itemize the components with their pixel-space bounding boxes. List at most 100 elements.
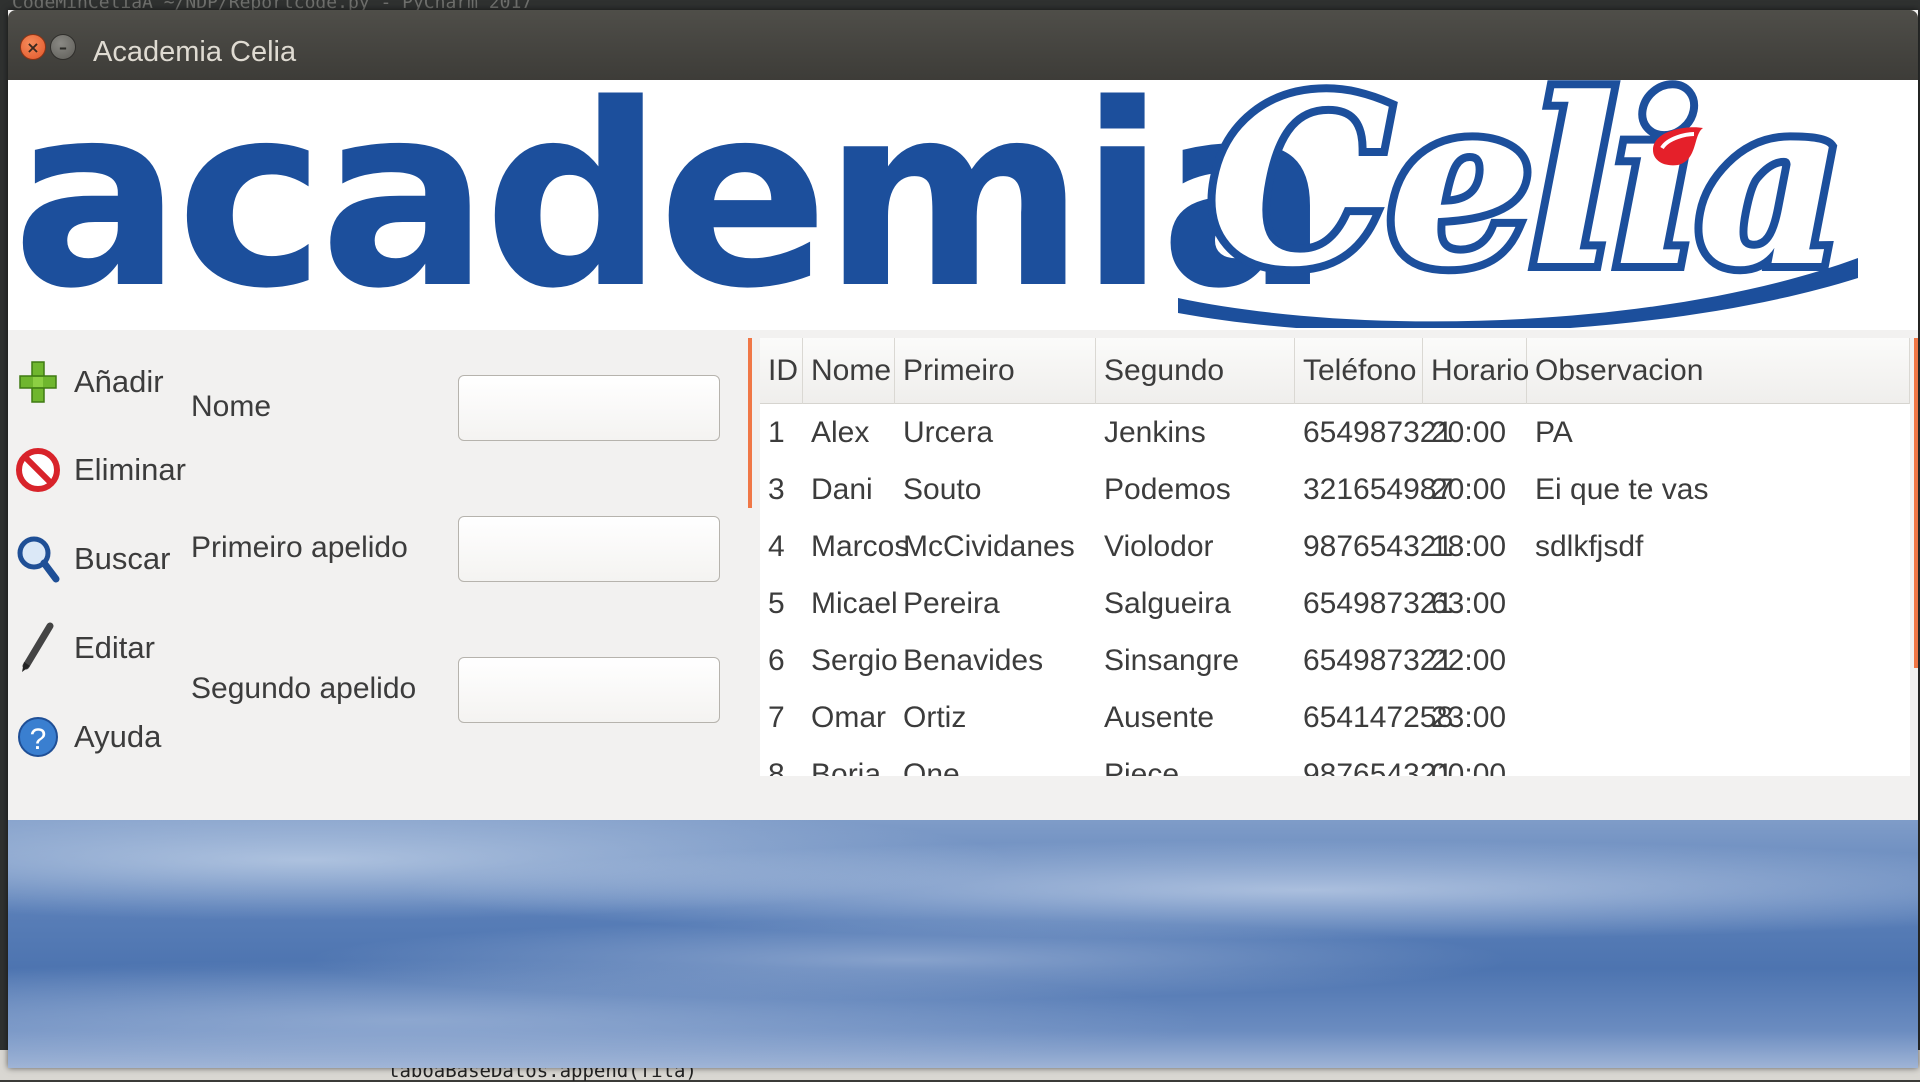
primeiro-apelido-label: Primeiro apelido [191, 531, 408, 564]
table-cell: Micael [811, 587, 898, 620]
table-cell: Dani [811, 473, 873, 506]
table-cell: 20:00 [1431, 416, 1507, 449]
table-body: 1 Alex Urcera Jenkins 654987321 20:00 PA 3 Dani S… [760, 404, 1910, 776]
table-row[interactable]: 4 Marcos McCividanes Violodor 987654321 18:00… [760, 518, 1910, 575]
academia-celia-banner-logo: academia Celia [8, 80, 1918, 330]
table-cell: 987654321 [1303, 758, 1454, 776]
table-cell: 4 [768, 530, 785, 563]
banner-celia-text: Celia [1200, 80, 1853, 318]
search-button-label: Buscar [74, 541, 171, 576]
table-cell: Piece [1104, 758, 1180, 776]
table-cell: Urcera [903, 416, 994, 449]
table-cell: 654987321 [1303, 416, 1454, 449]
app-window: × – Academia Celia academia Celia Añadir [8, 10, 1918, 1068]
delete-button[interactable]: Eliminar [16, 440, 186, 500]
table-cell: sdlkfjsdf [1535, 530, 1644, 563]
table-cell: Ei que te vas [1535, 473, 1709, 506]
add-button[interactable]: Añadir [16, 352, 164, 412]
table-cell: 654987321 [1303, 644, 1454, 677]
table-cell: PA [1535, 416, 1573, 449]
table-cell: 7 [768, 701, 785, 734]
background-sky-image [8, 820, 1918, 1068]
table-cell: 3 [768, 473, 785, 506]
table-cell: 6 [768, 644, 785, 677]
pane-divider-handle[interactable] [748, 338, 752, 508]
plus-icon [16, 360, 60, 404]
table-cell: 22:00 [1431, 644, 1507, 677]
table-scrollbar[interactable] [1914, 338, 1918, 668]
table-cell [1527, 632, 1910, 689]
table-cell: 1 [768, 416, 785, 449]
banner-celia-logo: Celia [1168, 80, 1878, 328]
table-cell: Podemos [1104, 473, 1231, 506]
column-header[interactable]: Segundo apelido [1096, 338, 1295, 453]
table-cell: 20:00 [1431, 473, 1507, 506]
table-cell: One [903, 758, 960, 776]
column-header[interactable]: Observacion [1527, 338, 1910, 404]
column-header[interactable]: Horario [1423, 338, 1529, 404]
table-cell: Ausente [1104, 701, 1215, 734]
nome-label: Nome [191, 390, 272, 423]
left-panel: Añadir Eliminar Buscar Editar ? Ayuda No… [8, 330, 748, 820]
help-icon: ? [16, 715, 60, 759]
table-cell: Omar [811, 701, 886, 734]
table-cell: 23:00 [1431, 701, 1507, 734]
minimize-icon: – [59, 37, 67, 57]
table-row[interactable]: 8 Boria One Piece 987654321 00:00 [760, 746, 1910, 776]
column-header[interactable]: Teléfono [1295, 338, 1423, 404]
window-title: Academia Celia [93, 36, 297, 68]
banner-red-accent-icon [1653, 127, 1703, 166]
window-titlebar[interactable]: × – Academia Celia [8, 10, 1918, 80]
table-cell: Pereira [903, 587, 1000, 620]
table-cell: 8 [768, 758, 785, 776]
pencil-icon [16, 622, 60, 672]
table-cell: Sergio [811, 644, 898, 677]
table-cell: Sinsangre [1104, 644, 1240, 677]
no-entry-icon [16, 448, 60, 492]
table-row[interactable]: 6 Sergio Benavides Sinsangre 654987321 22:00 [760, 632, 1910, 689]
table-cell: 321654987 [1303, 473, 1454, 506]
table-cell: Marcos [811, 530, 910, 563]
table-cell: Violodor [1104, 530, 1214, 563]
table-row[interactable]: 7 Omar Ortiz Ausente 654147258 23:00 [760, 689, 1910, 746]
table-cell: Souto [903, 473, 982, 506]
table-row[interactable]: 3 Dani Souto Podemos 321654987 20:00 Ei que te… [760, 461, 1910, 518]
table-cell: Boria [811, 758, 882, 776]
table-cell [1527, 746, 1910, 776]
table-cell: 654987321 [1303, 587, 1454, 620]
table-cell [1527, 575, 1910, 632]
column-header[interactable]: ID [760, 338, 803, 404]
table-cell: 63:00 [1431, 587, 1507, 620]
svg-text:?: ? [30, 723, 47, 756]
close-window-button[interactable]: × [20, 34, 46, 60]
help-button-label: Ayuda [74, 719, 162, 754]
segundo-apelido-input[interactable] [458, 657, 720, 723]
add-button-label: Añadir [74, 364, 164, 399]
table-cell: 5 [768, 587, 785, 620]
help-button[interactable]: ? Ayuda [16, 707, 161, 767]
column-header[interactable]: Primeiro apelido [895, 338, 1096, 453]
window-footer-strip [8, 785, 1918, 820]
minimize-window-button[interactable]: – [50, 34, 76, 60]
table-header: IDNomePrimeiro apelidoSegundo apelidoTel… [760, 338, 1910, 453]
nome-input[interactable] [458, 375, 720, 441]
search-button[interactable]: Buscar [16, 529, 170, 589]
table-cell: 18:00 [1431, 530, 1507, 563]
table-row[interactable]: 5 Micael Pereira Salgueira 654987321 63:00 [760, 575, 1910, 632]
table-cell: Ortiz [903, 701, 967, 734]
table-row[interactable]: 1 Alex Urcera Jenkins 654987321 20:00 PA [760, 404, 1910, 461]
table-cell: Jenkins [1104, 416, 1206, 449]
table-cell: Alex [811, 416, 870, 449]
table-cell: McCividanes [903, 530, 1075, 563]
table-cell [1527, 689, 1910, 746]
table-cell: 654147258 [1303, 701, 1454, 734]
table-cell: Salgueira [1104, 587, 1231, 620]
magnifier-icon [16, 536, 60, 583]
edit-button[interactable]: Editar [16, 618, 155, 678]
column-header[interactable]: Nome [803, 338, 895, 404]
segundo-apelido-label: Segundo apelido [191, 672, 417, 705]
table-cell: 987654321 [1303, 530, 1454, 563]
delete-button-label: Eliminar [74, 452, 186, 487]
banner-academia-text: academia [12, 80, 1330, 330]
primeiro-apelido-input[interactable] [458, 516, 720, 582]
